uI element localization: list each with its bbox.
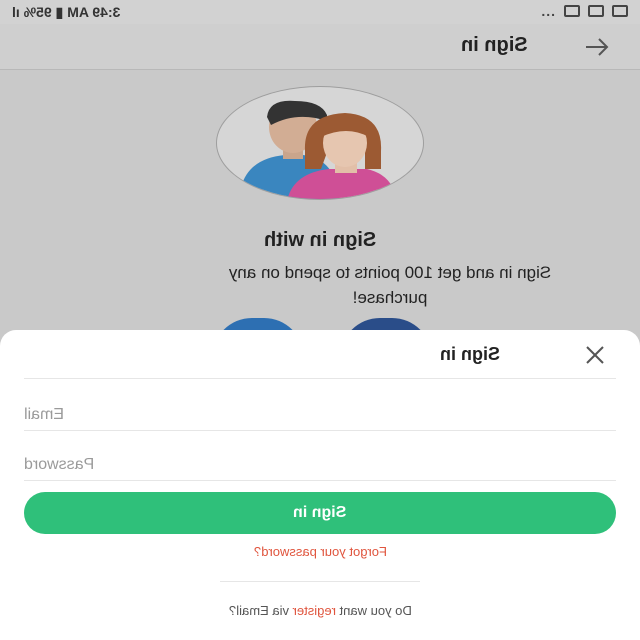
sheet-title: Sign in bbox=[440, 344, 500, 364]
divider bbox=[24, 480, 616, 481]
status-icons-right: ... bbox=[541, 3, 628, 19]
status-time: 3:49 AM ▮ 95% ıl bbox=[12, 4, 121, 20]
people-illustration bbox=[239, 100, 397, 199]
signal-icon: ıl bbox=[12, 4, 20, 20]
divider bbox=[24, 378, 616, 379]
arrow-right-icon[interactable] bbox=[582, 32, 612, 62]
mail-icon bbox=[588, 5, 604, 17]
notification-icon bbox=[564, 5, 580, 17]
hero-subtitle: Sign in and get 100 points to spend on a… bbox=[228, 263, 552, 307]
page-title: Sign in bbox=[461, 34, 528, 56]
close-icon[interactable] bbox=[582, 342, 608, 368]
signin-button[interactable]: Sign in bbox=[24, 492, 616, 534]
avatar-illustration bbox=[216, 86, 424, 200]
signin-sheet: Sign in Sign in Forgot your password? Do… bbox=[0, 330, 640, 640]
divider bbox=[220, 581, 420, 582]
email-field[interactable] bbox=[24, 398, 616, 432]
status-bar: 3:49 AM ▮ 95% ıl ... bbox=[0, 0, 640, 24]
password-field[interactable] bbox=[24, 448, 616, 482]
forgot-password-link[interactable]: Forgot your password? bbox=[0, 544, 640, 559]
image-icon bbox=[612, 5, 628, 17]
divider bbox=[24, 430, 616, 431]
hero-title: Sign in with bbox=[263, 229, 377, 251]
register-link[interactable]: register bbox=[292, 603, 335, 618]
register-prefix: Do you want bbox=[335, 603, 412, 618]
register-suffix: via Email? bbox=[228, 603, 293, 618]
more-notifications-icon: ... bbox=[541, 3, 556, 19]
register-prompt: Do you want register via Email? bbox=[0, 603, 640, 618]
battery-icon: ▮ bbox=[51, 4, 64, 20]
app-bar: Sign in bbox=[0, 24, 640, 70]
